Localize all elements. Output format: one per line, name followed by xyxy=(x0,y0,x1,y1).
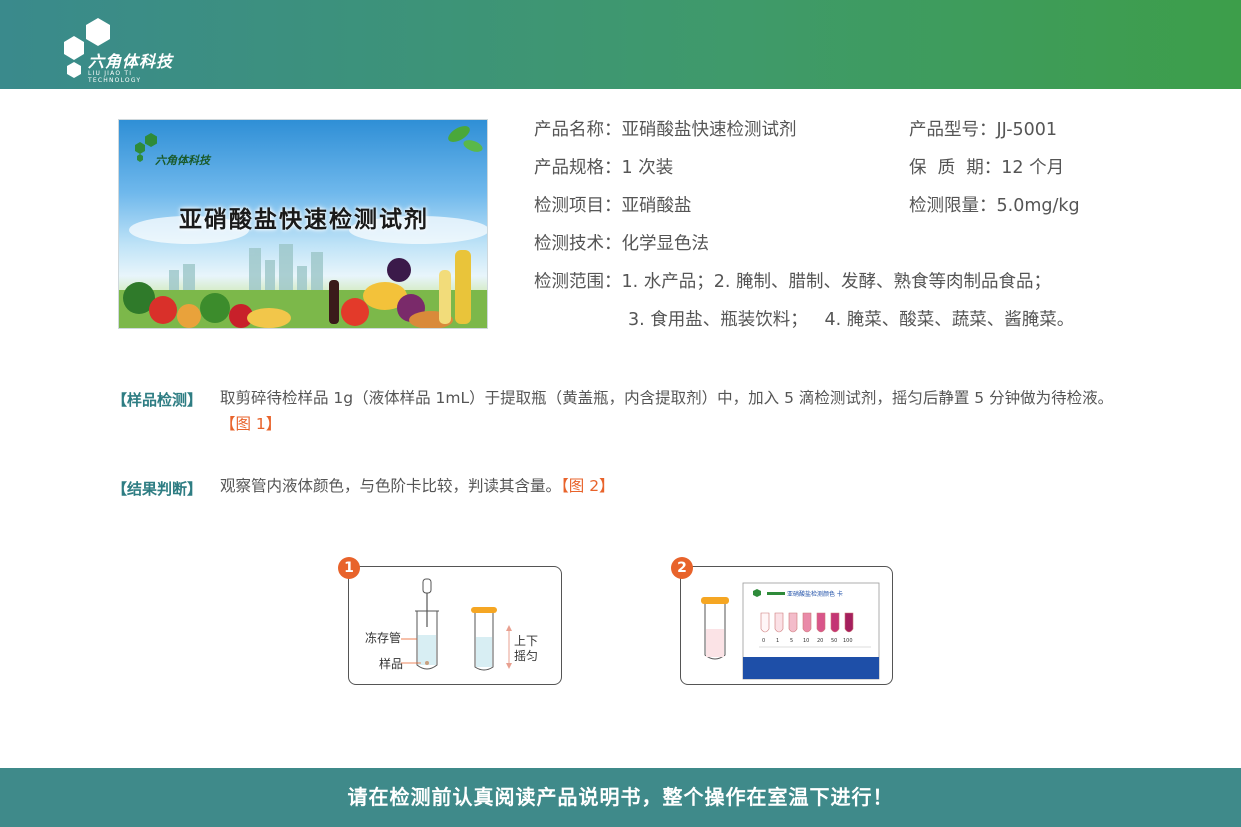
figure-1-badge: 1 xyxy=(338,557,360,579)
product-banner-image: 六角体科技 亚硝酸盐快速检测试剂 xyxy=(118,119,488,329)
color-scale-swatches xyxy=(760,612,854,633)
spec-shelf-life: 保 质 期：12 个月 xyxy=(909,158,1065,178)
scale-label-5: 5 xyxy=(790,638,794,644)
color-scale-labels: 0 1 5 10 20 50 100 xyxy=(759,638,859,646)
spec-test-technique: 检测技术：化学显色法 xyxy=(534,234,709,254)
company-logo: 六角体科技 LIU JIAO TI TECHNOLOGY xyxy=(58,16,188,84)
figure-2-badge: 2 xyxy=(671,557,693,579)
scale-label-0: 0 xyxy=(762,638,766,644)
spec-detection-limit: 检测限量：5.0mg/kg xyxy=(909,196,1080,216)
banner-title: 亚硝酸盐快速检测试剂 xyxy=(179,207,429,233)
scale-label-10: 10 xyxy=(803,638,810,644)
shake-label-line2: 摇匀 xyxy=(514,649,539,663)
banner-brand: 六角体科技 xyxy=(155,154,210,167)
tube-label: 冻存管 xyxy=(365,631,402,645)
scale-label-50: 50 xyxy=(831,638,838,644)
figure-2-panel: 亚硝酸盐检测颜色 卡 0 1 5 10 20 50 100 xyxy=(680,566,893,685)
sample-detection-label: 【样品检测】 xyxy=(112,391,203,409)
header-bar: 六角体科技 LIU JIAO TI TECHNOLOGY xyxy=(0,0,1241,89)
company-subtitle: LIU JIAO TI TECHNOLOGY xyxy=(88,70,142,84)
sample-detection-text: 取剪碎待检样品 1g（液体样品 1mL）于提取瓶（黄盖瓶，内含提取剂）中，加入 … xyxy=(220,385,1130,437)
color-card-title: 亚硝酸盐检测颜色 卡 xyxy=(787,591,843,598)
scale-label-1: 1 xyxy=(776,638,780,644)
spec-product-model: 产品型号：JJ-5001 xyxy=(909,120,1058,140)
footer-notice: 请在检测前认真阅读产品说明书，整个操作在室温下进行！ xyxy=(0,768,1241,827)
figure-2-drawing xyxy=(701,582,880,680)
figure-1-panel: 冻存管 样品 上下 摇匀 xyxy=(348,566,562,685)
spec-test-scope: 检测范围：1. 水产品；2. 腌制、腊制、发酵、熟食等肉制品食品； xyxy=(534,272,1052,292)
spec-test-scope-cont: 3. 食用盐、瓶装饮料； 4. 腌菜、酸菜、蔬菜、酱腌菜。 xyxy=(628,310,1075,330)
result-judgement-label: 【结果判断】 xyxy=(112,480,203,498)
company-name: 六角体科技 xyxy=(88,52,174,71)
spec-test-item: 检测项目：亚硝酸盐 xyxy=(534,196,692,216)
spec-product-name: 产品名称：亚硝酸盐快速检测试剂 xyxy=(534,120,797,140)
result-judgement-body: 观察管内液体颜色，与色阶卡比较，判读其含量。 xyxy=(220,477,562,495)
sample-detection-body: 取剪碎待检样品 1g（液体样品 1mL）于提取瓶（黄盖瓶，内含提取剂）中，加入 … xyxy=(220,389,1114,407)
result-judgement-text: 观察管内液体颜色，与色阶卡比较，判读其含量。【图 2】 xyxy=(220,473,1130,499)
scale-label-100: 100 xyxy=(843,638,853,644)
figure-1-ref: 【图 1】 xyxy=(220,415,282,433)
figure-2-ref: 【图 2】 xyxy=(561,477,615,495)
spec-product-size: 产品规格：1 次装 xyxy=(534,158,674,178)
scale-label-20: 20 xyxy=(817,638,824,644)
sample-label: 样品 xyxy=(379,657,404,671)
